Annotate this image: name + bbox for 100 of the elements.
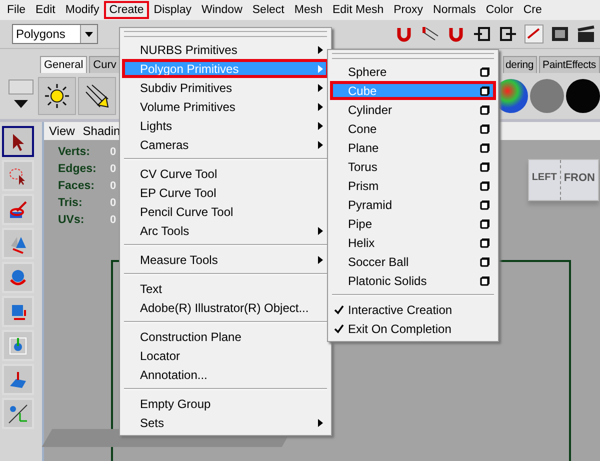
axis-tool-icon (8, 404, 28, 424)
submenu-arrow-icon (318, 122, 323, 130)
submenu-arrow-icon (318, 418, 323, 426)
menu-item[interactable]: Plane (330, 138, 496, 157)
lasso-icon (8, 166, 28, 186)
hud-value: 0 (110, 146, 118, 158)
menu-item[interactable]: Pipe (330, 214, 496, 233)
shelf-button[interactable] (38, 77, 76, 115)
menu-item[interactable]: Subdiv Primitives (122, 78, 329, 97)
sphere-icon (566, 79, 600, 113)
menu-title[interactable]: Edit Mesh (327, 1, 389, 19)
hud-label: Faces: (58, 180, 96, 192)
menu-item[interactable]: Soccer Ball (330, 252, 496, 271)
tool-button[interactable] (2, 126, 34, 157)
menu-item[interactable]: NURBS Primitives (122, 40, 329, 59)
hud-value: 0 (110, 197, 118, 209)
menu-item[interactable]: Adobe(R) Illustrator(R) Object... (122, 298, 329, 317)
menu-title[interactable]: Mesh (289, 1, 328, 19)
shelf-tab[interactable]: General (40, 56, 88, 73)
menu-title[interactable]: Modify (60, 1, 104, 19)
menu-item[interactable]: Construction Plane (122, 327, 329, 346)
menu-item[interactable]: Cylinder (330, 100, 496, 119)
option-box-icon (480, 104, 490, 114)
shelf-button[interactable] (78, 77, 116, 115)
panel-menu-item[interactable]: View (49, 124, 75, 138)
hud-label: UVs: (58, 214, 86, 226)
shelf-tab[interactable]: PaintEffects (538, 56, 600, 73)
menu-item[interactable]: Prism (330, 176, 496, 195)
option-box-icon (480, 124, 490, 134)
rotate-tool-icon (8, 268, 28, 288)
option-box-icon (480, 218, 490, 228)
option-box-icon (480, 238, 490, 248)
sphere-icon (530, 79, 564, 113)
hud-label: Verts: (58, 146, 91, 158)
view-cube[interactable]: LEFT FRON (528, 159, 599, 201)
clapperboard-icon (576, 24, 596, 44)
submenu-arrow-icon (318, 140, 323, 148)
menu-item[interactable]: Cone (330, 119, 496, 138)
menu-item[interactable]: EP Curve Tool (122, 183, 329, 202)
option-box-icon (480, 200, 490, 210)
menu-item[interactable]: Pencil Curve Tool (122, 202, 329, 221)
submenu-arrow-icon (318, 256, 323, 264)
menu-item[interactable]: Torus (330, 157, 496, 176)
menu-item[interactable]: Empty Group (122, 394, 329, 413)
menu-item[interactable]: Platonic Solids (330, 271, 496, 290)
menu-title[interactable]: Proxy (388, 1, 428, 19)
submenu-arrow-icon (318, 226, 323, 234)
option-box-icon (480, 142, 490, 152)
option-box-icon (480, 276, 490, 286)
hud-label: Tris: (58, 197, 84, 209)
menu-item[interactable]: Measure Tools (122, 250, 329, 269)
menu-item[interactable]: Helix (330, 233, 496, 252)
hud-label: Edges: (58, 163, 98, 175)
input-icon (472, 24, 492, 44)
directional-light-icon (84, 83, 110, 109)
option-box-icon (480, 180, 490, 190)
menu-title[interactable]: File (2, 1, 31, 19)
menu-title[interactable]: Cre (518, 1, 547, 19)
menu-item[interactable]: Sets (122, 413, 329, 432)
menu-title[interactable]: Normals (428, 1, 481, 19)
option-box-icon (480, 162, 490, 172)
menu-item[interactable]: Annotation... (122, 365, 329, 384)
menu-item[interactable]: Volume Primitives (122, 97, 329, 116)
menu-item[interactable]: Text (122, 279, 329, 298)
hud-value: 0 (110, 163, 118, 175)
hud-value: 0 (110, 180, 118, 192)
shelf-tab[interactable]: dering (502, 56, 537, 73)
option-box-icon (480, 256, 490, 266)
sun-icon (44, 83, 70, 109)
paint-brush-icon (8, 200, 28, 220)
menu-item[interactable]: Cameras (122, 135, 329, 154)
menu-title[interactable]: Select (247, 1, 290, 19)
hud-value: 0 (110, 214, 118, 226)
panel-menu-item[interactable]: Shadin (82, 124, 120, 138)
mode-dropdown[interactable]: Polygons (12, 24, 98, 44)
cube-face-label: LEFT (528, 160, 561, 200)
menu-item[interactable]: Arc Tools (122, 221, 329, 240)
manipulator-icon (8, 336, 28, 356)
cube-face-label: FRON (562, 171, 596, 186)
menu-item[interactable]: Exit On Completion (330, 319, 496, 338)
menu-item[interactable]: Locator (122, 346, 329, 365)
submenu-arrow-icon (318, 84, 323, 92)
dropdown-caret-icon (85, 32, 93, 36)
menu-item[interactable]: CV Curve Tool (122, 164, 329, 183)
menu-item[interactable]: Interactive Creation (330, 300, 496, 319)
option-box-icon (480, 66, 490, 76)
submenu-arrow-icon (318, 64, 323, 72)
option-box-icon (480, 86, 490, 96)
menu-title[interactable]: Window (196, 1, 248, 19)
submenu-arrow-icon (318, 46, 323, 54)
menu-title[interactable]: Create (104, 1, 149, 19)
menu-item[interactable]: Lights (122, 116, 329, 135)
menu-title[interactable]: Color (480, 1, 518, 19)
submenu-arrow-icon (318, 102, 323, 110)
menu-title[interactable]: Display (148, 1, 196, 19)
menu-title[interactable]: Edit (30, 1, 60, 19)
menu-item[interactable]: Pyramid (330, 195, 496, 214)
menu-item[interactable]: Sphere (330, 62, 496, 81)
output-icon (498, 24, 518, 44)
shelf-tab[interactable]: Curv (89, 56, 120, 73)
